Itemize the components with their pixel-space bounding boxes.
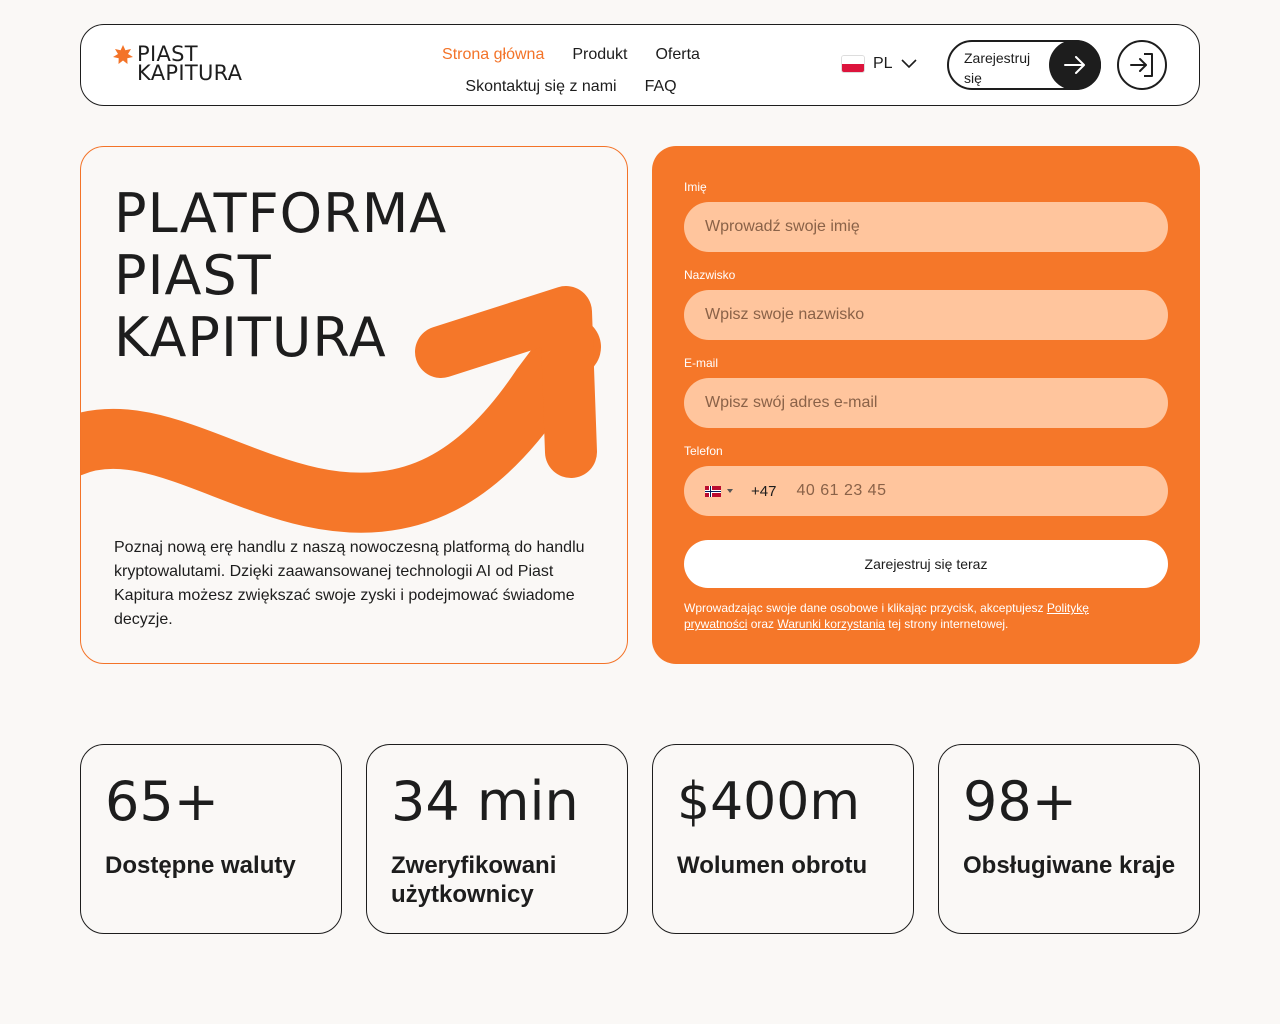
stat-value: 34 min [391, 770, 579, 833]
hero-description: Poznaj nową erę handlu z naszą nowoczesn… [114, 539, 585, 628]
nav-faq[interactable]: FAQ [645, 78, 677, 96]
poland-flag-icon [841, 55, 865, 73]
registration-form: Imię Nazwisko E-mail Telefon +47 Zarejes… [652, 146, 1200, 664]
caret-down-icon[interactable] [727, 489, 733, 493]
phone-input[interactable] [796, 482, 1097, 500]
stat-label: Dostępne waluty [105, 852, 296, 879]
email-label: E-mail [684, 356, 719, 370]
first-name-label: Imię [684, 180, 707, 194]
logo-text: PIAST KAPITURA [137, 44, 243, 85]
first-name-input[interactable] [684, 202, 1168, 252]
main-nav: Strona główna Produkt Oferta Skontaktuj … [421, 39, 721, 103]
language-code: PL [873, 55, 893, 72]
stat-value: 98+ [963, 770, 1077, 833]
phone-label: Telefon [684, 444, 723, 458]
register-button[interactable]: Zarejestruj się [947, 40, 1101, 90]
phone-field: +47 [684, 466, 1168, 516]
consent-suffix: tej strony internetowej. [884, 617, 1009, 631]
phone-dial-code: +47 [751, 482, 777, 500]
stat-card-countries: 98+ Obsługiwane kraje [938, 744, 1200, 934]
terms-link[interactable]: Warunki korzystania [777, 617, 885, 631]
hero-card: PLATFORMA PIAST KAPITURA Poznaj nową erę… [80, 146, 628, 664]
email-input[interactable] [684, 378, 1168, 428]
norway-flag-icon[interactable] [705, 485, 721, 497]
stat-label: Zweryfikowani użytkownicy [391, 852, 557, 908]
hero-title-line-1: PLATFORMA [114, 182, 448, 245]
stat-card-users: 34 min Zweryfikowani użytkownicy [366, 744, 628, 934]
stat-card-volume: $400m Wolumen obrotu [652, 744, 914, 934]
stat-value: $400m [677, 772, 860, 832]
logo[interactable]: PIAST KAPITURA [113, 44, 243, 85]
language-selector[interactable]: PL [841, 55, 917, 73]
login-icon [1130, 53, 1153, 77]
last-name-label: Nazwisko [684, 268, 736, 282]
register-button-label: Zarejestruj się [964, 50, 1031, 86]
hero-title-line-2: PIAST [114, 244, 272, 307]
consent-prefix: Wprowadzając swoje dane osobowe i klikaj… [684, 601, 1047, 615]
nav-contact[interactable]: Skontaktuj się z nami [465, 78, 616, 96]
chevron-down-icon [901, 59, 917, 69]
stat-label: Obsługiwane kraje [963, 852, 1176, 879]
arrow-right-icon [1049, 40, 1101, 90]
site-header: PIAST KAPITURA Strona główna Produkt Ofe… [80, 24, 1200, 106]
consent-middle: oraz [747, 617, 778, 631]
last-name-input[interactable] [684, 290, 1168, 340]
star-icon [113, 45, 133, 64]
nav-product[interactable]: Produkt [572, 46, 627, 64]
login-button[interactable] [1117, 40, 1167, 90]
consent-text: Wprowadzając swoje dane osobowe i klikaj… [684, 600, 1154, 632]
stat-label: Wolumen obrotu [677, 852, 868, 879]
stat-card-currencies: 65+ Dostępne waluty [80, 744, 342, 934]
nav-offer[interactable]: Oferta [655, 46, 699, 64]
logo-line-2: KAPITURA [137, 61, 243, 85]
nav-home[interactable]: Strona główna [442, 46, 544, 64]
stat-value: 65+ [105, 770, 219, 833]
register-now-button[interactable]: Zarejestruj się teraz [684, 540, 1168, 588]
hero-title-line-3: KAPITURA [114, 306, 387, 369]
hero-title: PLATFORMA PIAST KAPITURA [114, 183, 447, 369]
